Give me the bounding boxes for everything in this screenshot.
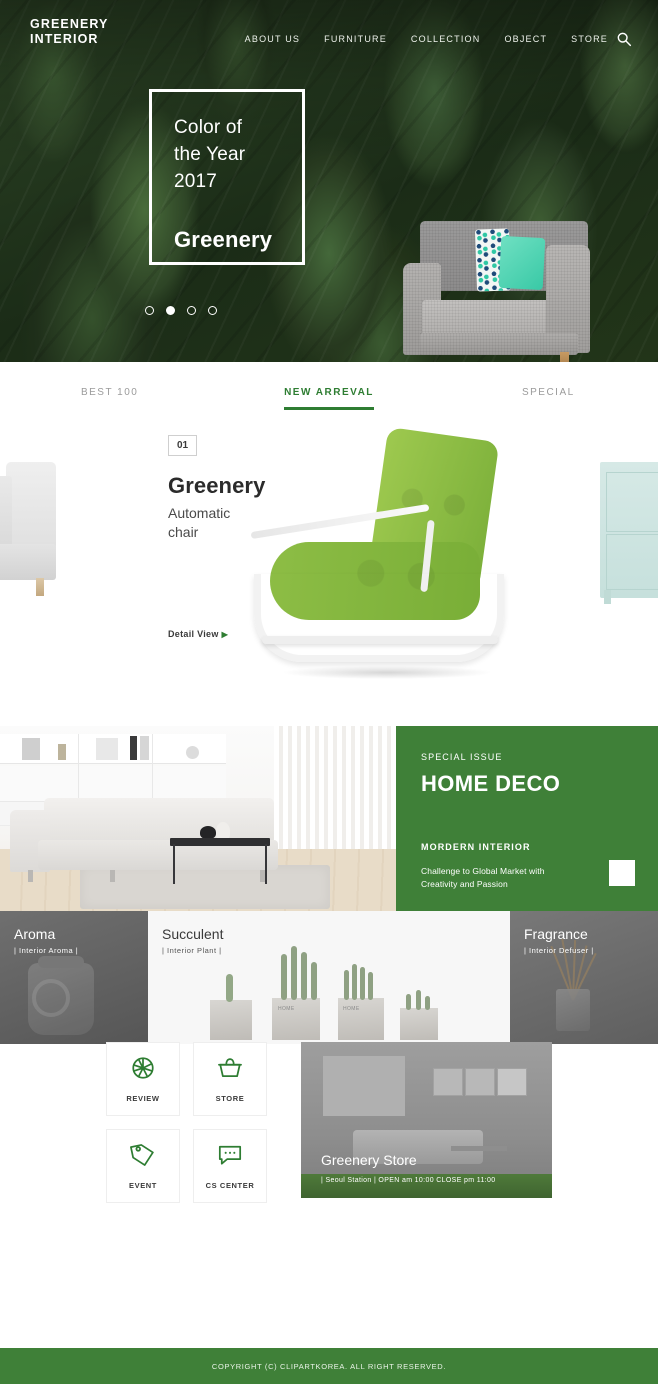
product-image-green-chair [248,426,516,684]
basket-icon [217,1055,243,1086]
nav-item-store[interactable]: STORE [571,34,608,44]
detail-view-label: Detail View [168,629,219,639]
aroma-jar-image [28,956,94,1035]
body-line-1: Challenge to Global Market with [421,866,545,876]
succulent-title: Succulent [162,926,224,942]
special-issue-kicker: SPECIAL ISSUE [421,752,503,762]
category-card-succulent[interactable]: Succulent | Interior Plant | HOME HOME [148,911,510,1044]
hero-brand-word: Greenery [174,227,273,252]
category-tab-bar: BEST 100 NEW ARREVAL SPECIAL [0,362,658,422]
quicklink-event[interactable]: EVENT [106,1129,180,1203]
hero-section: GREENERY INTERIOR ABOUT US FURNITURE COL… [0,0,658,362]
aroma-subtitle: | Interior Aroma | [14,946,79,955]
quicklink-review[interactable]: REVIEW [106,1042,180,1116]
quicklink-store[interactable]: STORE [193,1042,267,1116]
slider-dot-1[interactable] [145,306,154,315]
nav-item-about-us[interactable]: ABOUT US [245,34,300,44]
more-square-button[interactable] [609,860,635,886]
main-navigation: ABOUT US FURNITURE COLLECTION OBJECT STO… [245,34,608,44]
nav-item-collection[interactable]: COLLECTION [411,34,481,44]
quicklink-grid: REVIEW STORE EVENT CS CENTER [106,1042,267,1203]
hero-line-2: the Year [174,144,246,165]
home-deco-section: SPECIAL ISSUE HOME DECO MORDERN INTERIOR… [0,726,658,911]
mint-pillow [498,235,546,291]
slider-dot-2[interactable] [166,306,175,315]
quicklink-review-label: REVIEW [126,1094,160,1103]
succulent-subtitle: | Interior Plant | [162,946,222,955]
quicklink-event-label: EVENT [128,1181,157,1190]
product-showcase: 01 Greenery Automatic chair Detail View ▶… [0,422,658,726]
logo-line-1: GREENERY [30,17,109,31]
tab-best-100[interactable]: BEST 100 [0,371,219,414]
detail-view-link[interactable]: Detail View ▶ [168,629,228,639]
living-room-photo [0,726,396,911]
hero-line-1: Color of [174,117,243,138]
fragrance-title: Fragrance [524,926,588,942]
quicklink-cs-center-label: CS CENTER [205,1181,255,1190]
special-issue-body: Challenge to Global Market with Creativi… [421,865,545,891]
nav-item-furniture[interactable]: FURNITURE [324,34,387,44]
slider-dot-3[interactable] [187,306,196,315]
body-line-2: Creativity and Passion [421,879,508,889]
tab-new-arreval[interactable]: NEW ARREVAL [219,371,438,414]
category-card-fragrance[interactable]: Fragrance | Interior Defuser | [510,911,658,1044]
aroma-title: Aroma [14,926,56,942]
special-issue-panel: SPECIAL ISSUE HOME DECO MORDERN INTERIOR… [396,726,658,911]
tab-special[interactable]: SPECIAL [439,371,658,414]
next-product-thumbnail[interactable] [600,462,658,604]
tag-icon [130,1142,156,1173]
slider-dot-4[interactable] [208,306,217,315]
modern-interior-subhead: MORDERN INTERIOR [421,842,531,852]
chat-icon [217,1142,243,1173]
play-triangle-icon: ▶ [221,630,229,639]
site-logo[interactable]: GREENERY INTERIOR [30,17,109,47]
diffuser-bottle-image [556,989,590,1031]
quicklink-store-label: STORE [215,1094,245,1103]
aperture-icon [130,1055,156,1086]
hero-caption-box: Color of the Year 2017 Greenery [149,89,305,265]
hero-slider-dots [145,306,217,315]
category-card-row: Aroma | Interior Aroma | Succulent | Int… [0,911,658,1044]
previous-product-thumbnail[interactable] [0,462,58,596]
site-header: GREENERY INTERIOR ABOUT US FURNITURE COL… [0,0,658,68]
logo-line-2: INTERIOR [30,32,99,46]
home-deco-headline: HOME DECO [421,771,561,796]
store-name: Greenery Store [321,1152,417,1168]
category-card-aroma[interactable]: Aroma | Interior Aroma | [0,911,148,1044]
fragrance-subtitle: | Interior Defuser | [524,946,594,955]
hero-sofa-image [398,205,610,362]
search-icon[interactable] [616,31,632,47]
quicklink-cs-center[interactable]: CS CENTER [193,1129,267,1203]
store-promo-card[interactable]: Greenery Store | Seoul Station | OPEN am… [301,1042,552,1198]
store-hours-meta: | Seoul Station | OPEN am 10:00 CLOSE pm… [321,1177,496,1184]
nav-item-object[interactable]: OBJECT [504,34,547,44]
site-footer: COPYRIGHT (C) CLIPARTKOREA. ALL RIGHT RE… [0,1348,658,1384]
copyright-text: COPYRIGHT (C) CLIPARTKOREA. ALL RIGHT RE… [211,1361,447,1371]
product-number-badge: 01 [168,435,198,456]
hero-line-3: 2017 [174,171,218,192]
quicklinks-and-store-section: REVIEW STORE EVENT CS CENTER Greenery St… [0,1042,658,1274]
